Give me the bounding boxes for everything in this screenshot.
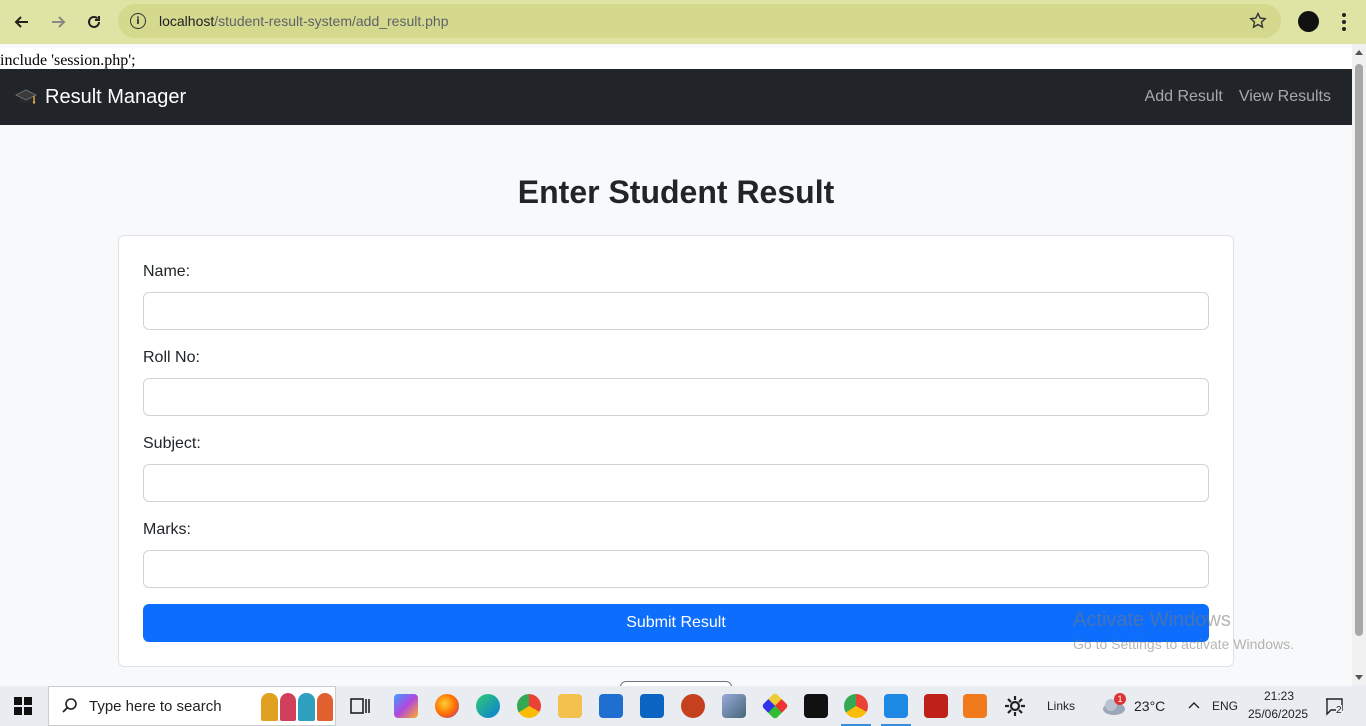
submit-result-button[interactable]: Submit Result [143,604,1209,642]
file-explorer-icon[interactable] [558,694,582,718]
search-highlight-image [261,693,333,721]
windows-taskbar: Type here to search Links 1 23°C ENG 21:… [0,686,1366,726]
edge-icon[interactable] [476,694,500,718]
url-path: /student-result-system/add_result.php [214,13,449,29]
url-text: localhost/student-result-system/add_resu… [159,13,449,29]
graduation-cap-icon [15,89,37,104]
roll-no-input[interactable] [143,378,1209,416]
mail-icon[interactable] [640,694,664,718]
roll-no-label: Roll No: [143,349,200,366]
links-toolbar[interactable]: Links [1047,699,1075,713]
chrome-active-icon[interactable] [844,694,868,718]
brand-label: Result Manager [45,85,187,108]
scroll-up-arrow-icon[interactable] [1355,50,1363,55]
forward-arrow-icon [52,16,66,28]
powerpoint-icon[interactable] [681,694,705,718]
vscode-icon[interactable] [884,694,908,718]
app-diamond-icon[interactable] [761,692,789,720]
terminal-app-icon[interactable] [804,694,828,718]
language-indicator[interactable]: ENG [1212,699,1238,713]
settings-gear-icon[interactable] [1003,694,1027,718]
back-button[interactable] [4,4,40,40]
chevron-up-icon[interactable] [1188,700,1200,710]
page-scrollbar[interactable] [1352,44,1366,686]
navbar-links: Add Result View Results [1129,69,1331,125]
navbar: Result Manager Add Result View Results [0,69,1352,125]
navbar-brand[interactable]: Result Manager [15,86,186,109]
subject-input[interactable] [143,464,1209,502]
marks-label: Marks: [143,521,191,538]
reload-button[interactable] [76,4,112,40]
url-host: localhost [159,13,215,29]
page-content: include 'session.php'; Result Manager Ad… [0,44,1352,686]
clock-date[interactable]: 25/06/2025 [1248,707,1308,721]
start-button[interactable] [0,686,46,726]
forward-button[interactable] [40,4,76,40]
taskbar-search[interactable]: Type here to search [48,686,336,726]
search-icon [62,698,77,713]
temperature[interactable]: 23°C [1134,698,1165,714]
reload-icon [88,15,100,28]
page-title: Enter Student Result [517,174,835,210]
windows-logo-icon [14,697,32,715]
scrollbar-thumb[interactable] [1355,64,1363,636]
acrobat-icon[interactable] [924,694,948,718]
back-arrow-icon [14,16,28,28]
bookmark-star-icon[interactable] [1249,12,1267,30]
scroll-down-arrow-icon[interactable] [1355,675,1363,680]
address-bar[interactable]: i localhost/student-result-system/add_re… [118,4,1281,38]
notification-count: 2 [1336,705,1342,716]
result-form-card: Name: Roll No: Subject: Marks: Submit Re… [118,235,1234,667]
browser-toolbar: i localhost/student-result-system/add_re… [0,0,1366,44]
chrome-icon[interactable] [517,694,541,718]
nav-link-add-result[interactable]: Add Result [1145,88,1223,106]
copilot-icon[interactable] [394,694,418,718]
more-menu-icon[interactable] [1336,12,1352,32]
profile-avatar[interactable] [1298,11,1319,32]
microsoft-store-icon[interactable] [599,694,623,718]
task-view-icon[interactable] [348,694,372,718]
xampp-icon[interactable] [963,694,987,718]
nav-link-view-results[interactable]: View Results [1239,88,1331,106]
subject-label: Subject: [143,435,201,452]
marks-input[interactable] [143,550,1209,588]
weather-badge: 1 [1114,693,1126,705]
name-input[interactable] [143,292,1209,330]
site-info-icon[interactable]: i [130,13,146,29]
name-label: Name: [143,263,191,280]
firefox-icon[interactable] [435,694,459,718]
clock-time[interactable]: 21:23 [1264,689,1294,703]
search-placeholder: Type here to search [89,697,222,715]
notepad-icon[interactable] [722,694,746,718]
